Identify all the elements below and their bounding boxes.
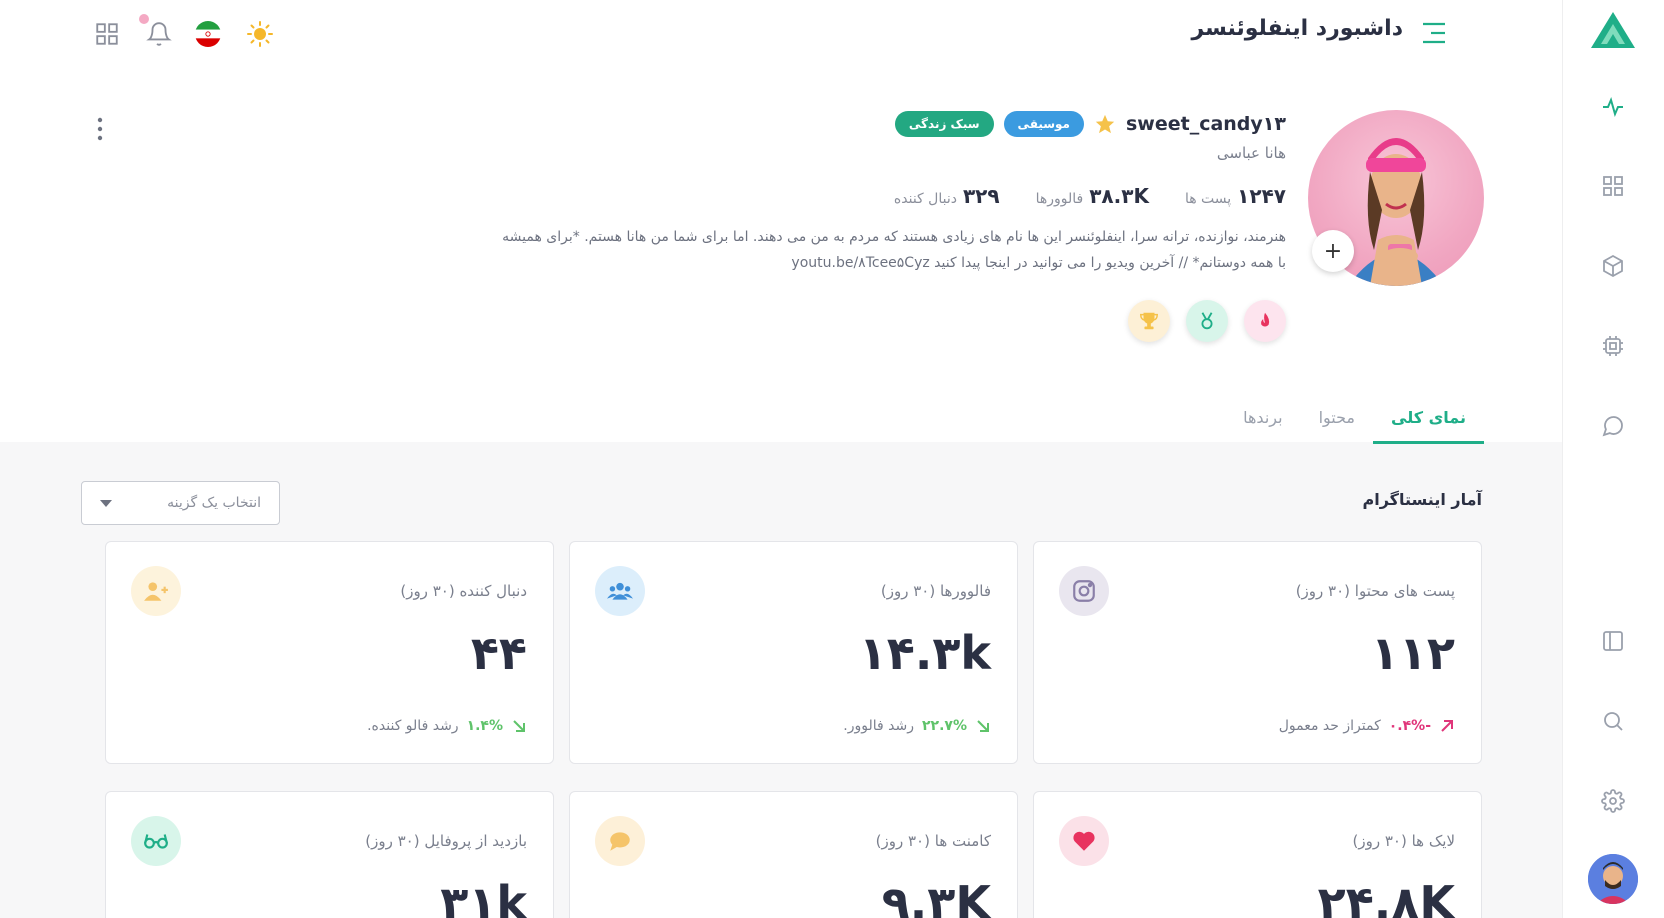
card-value: ۴۴ (470, 626, 527, 680)
card-label: لایک ها (۳۰ روز) (1352, 832, 1455, 850)
trend-percent: -۰.۴% (1388, 718, 1431, 734)
tab-content[interactable]: محتوا (1301, 400, 1373, 444)
more-options-icon[interactable] (92, 116, 108, 142)
badge-medal[interactable] (1186, 300, 1228, 342)
stat-following: ۳۲۹ دنبال کننده (894, 184, 1000, 208)
card-profile-visits: بازدید از پروفایل (۳۰ روز) ۳۱k (105, 791, 554, 918)
theme-toggle-button[interactable] (244, 18, 276, 50)
badge-trophy[interactable] (1128, 300, 1170, 342)
heart-icon (1059, 816, 1109, 866)
apps-button[interactable] (91, 18, 123, 50)
period-select[interactable]: انتخاب یک گزینه (81, 481, 280, 525)
card-label: بازدید از پروفایل (۳۰ روز) (365, 832, 527, 850)
stat-value: ۳۲۹ (962, 184, 1000, 208)
tag-lifestyle[interactable]: سبک زندگی (894, 111, 994, 137)
fire-icon (1261, 312, 1270, 327)
card-content-posts: پست های محتوا (۳۰ روز) ۱۱۲ -۰.۴% کمتراز … (1033, 541, 1482, 764)
card-label: کامنت ها (۳۰ روز) (875, 832, 991, 850)
stat-label: پست ها (1184, 191, 1232, 207)
tab-brands[interactable]: برندها (1225, 400, 1300, 444)
main-content: داشبورد اینفلوئنسر + sweet_candy۱۳ موسیق… (0, 0, 1562, 918)
card-comments: کامنت ها (۳۰ روز) ۹.۳K (569, 791, 1018, 918)
user-avatar[interactable] (1588, 854, 1638, 904)
card-label: پست های محتوا (۳۰ روز) (1295, 582, 1455, 600)
iran-flag-icon (195, 21, 221, 47)
users-icon (595, 566, 645, 616)
notifications-button[interactable] (143, 18, 175, 50)
medal-icon (1201, 312, 1213, 330)
menu-icon[interactable] (1419, 18, 1449, 48)
message-icon[interactable] (1597, 410, 1629, 442)
trend-percent: ۲۲.۷% (922, 718, 967, 734)
arrow-down-right-icon (977, 720, 989, 732)
card-label: فالوورها (۳۰ روز) (880, 582, 991, 600)
profile-username: sweet_candy۱۳ (1125, 113, 1286, 135)
stat-posts: ۱۲۴۷ پست ها (1185, 184, 1286, 208)
activity-icon[interactable] (1597, 91, 1629, 123)
box-icon[interactable] (1597, 250, 1629, 282)
chevron-down-icon (100, 499, 112, 507)
stat-label: دنبال کننده (893, 191, 957, 207)
settings-icon[interactable] (1597, 785, 1629, 817)
search-icon[interactable] (1597, 705, 1629, 737)
profile-header: داشبورد اینفلوئنسر + sweet_candy۱۳ موسیق… (0, 0, 1562, 444)
language-button[interactable] (192, 18, 224, 50)
sun-icon (247, 21, 273, 47)
stat-followers: ۳۸.۳K فالوورها (1036, 184, 1149, 208)
card-trend: -۰.۴% کمتراز حد معمول (1279, 718, 1455, 734)
select-placeholder: انتخاب یک گزینه (167, 495, 261, 511)
bell-icon (146, 22, 172, 46)
trend-note: رشد فالوور. (843, 718, 915, 734)
section-title: آمار اینستاگرام (1362, 490, 1483, 509)
arrow-down-right-icon (513, 720, 525, 732)
profile-full-name: هانا عباسی (1216, 144, 1286, 162)
stat-value: ۱۲۴۷ (1237, 184, 1286, 208)
profile-bio: هنرمند، نوازنده، ترانه سرا، اینفلوئنسر ا… (502, 229, 1286, 271)
trend-note: رشد فالو کننده. (367, 718, 459, 734)
tag-music[interactable]: موسیقی (1003, 111, 1084, 137)
apps-grid-icon (96, 23, 118, 45)
card-label: دنبال کننده (۳۰ روز) (400, 582, 527, 600)
profile-name-row: sweet_candy۱۳ موسیقی سبک زندگی (386, 108, 1286, 140)
trophy-icon (1140, 312, 1158, 330)
page-title: داشبورد اینفلوئنسر (1191, 16, 1403, 41)
sidebar-rail (1562, 0, 1664, 918)
user-plus-icon (131, 566, 181, 616)
profile-avatar-wrap: + (1308, 110, 1484, 286)
instagram-icon (1059, 566, 1109, 616)
stat-label: فالوورها (1035, 191, 1084, 207)
card-likes: لایک ها (۳۰ روز) ۲۴.۸K (1033, 791, 1482, 918)
glasses-icon (131, 816, 181, 866)
card-trend: ۱.۴% رشد فالو کننده. (367, 718, 527, 734)
badge-fire[interactable] (1244, 300, 1286, 342)
card-value: ۱۱۲ (1370, 626, 1455, 680)
card-value: ۲۴.۸K (1317, 876, 1455, 918)
card-trend: ۲۲.۷% رشد فالوور. (843, 718, 991, 734)
add-story-button[interactable]: + (1312, 230, 1354, 272)
card-value: ۳۱k (440, 876, 527, 918)
profile-tabs: نمای کلی محتوا برندها (1225, 400, 1484, 444)
profile-info: sweet_candy۱۳ موسیقی سبک زندگی هانا عباس… (386, 108, 1286, 342)
grid-icon[interactable] (1597, 170, 1629, 202)
app-logo[interactable] (1589, 10, 1637, 50)
tab-overview[interactable]: نمای کلی (1373, 400, 1484, 444)
stat-value: ۳۸.۳K (1089, 184, 1149, 208)
card-value: ۹.۳K (881, 876, 991, 918)
chip-icon[interactable] (1597, 330, 1629, 362)
achievement-badges (386, 300, 1286, 342)
trend-percent: ۱.۴% (466, 718, 503, 734)
arrow-up-right-icon (1441, 720, 1453, 732)
profile-stats: ۱۲۴۷ پست ها ۳۸.۳K فالوورها ۳۲۹ دنبال کننده (386, 184, 1286, 208)
star-icon (1095, 114, 1115, 134)
card-following: دنبال کننده (۳۰ روز) ۴۴ ۱.۴% رشد فالو کن… (105, 541, 554, 764)
sidebar-toggle-icon[interactable] (1597, 625, 1629, 657)
card-followers: فالوورها (۳۰ روز) ۱۴.۳k ۲۲.۷% رشد فالوور… (569, 541, 1018, 764)
chat-icon (595, 816, 645, 866)
trend-note: کمتراز حد معمول (1278, 718, 1381, 734)
card-value: ۱۴.۳k (858, 626, 991, 680)
